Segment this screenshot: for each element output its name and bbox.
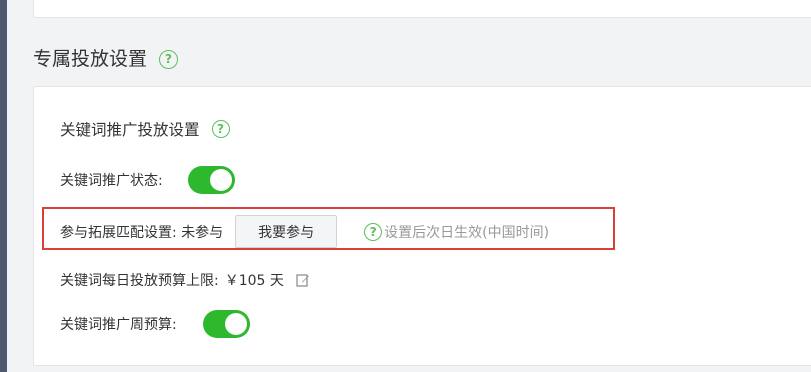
keyword-status-toggle[interactable] xyxy=(187,166,235,194)
effective-hint-text: 设置后次日生效(中国时间) xyxy=(384,224,550,241)
daily-budget-row: 关键词每日投放预算上限: ￥105 天 xyxy=(60,270,310,290)
edit-icon[interactable] xyxy=(296,273,310,287)
keyword-settings-heading: 关键词推广投放设置 xyxy=(60,121,200,139)
help-icon[interactable]: ? xyxy=(364,222,383,241)
section-title: 专属投放设置 xyxy=(33,48,148,70)
help-icon[interactable]: ? xyxy=(211,120,230,138)
keyword-status-label: 关键词推广状态: xyxy=(60,173,163,189)
expand-match-row: 参与拓展匹配设置: 未参与 我要参与 ? 设置后次日生效(中国时间) xyxy=(60,215,549,248)
expand-match-label: 参与拓展匹配设置: 未参与 xyxy=(60,224,224,241)
help-icon[interactable]: ? xyxy=(159,49,179,69)
keyword-settings-heading-row: 关键词推广投放设置 ? xyxy=(60,118,230,140)
section-header: 专属投放设置 ? xyxy=(33,46,179,72)
keyword-status-row: 关键词推广状态: xyxy=(60,166,235,194)
previous-card xyxy=(33,0,811,18)
weekly-budget-row: 关键词推广周预算: xyxy=(60,310,250,338)
effective-hint: ? 设置后次日生效(中国时间) xyxy=(364,222,549,242)
daily-budget-value: ￥105 天 xyxy=(224,273,284,289)
weekly-budget-label: 关键词推广周预算: xyxy=(60,317,177,333)
join-button[interactable]: 我要参与 xyxy=(235,215,338,248)
weekly-budget-toggle[interactable] xyxy=(202,310,250,338)
daily-budget-label: 关键词每日投放预算上限: xyxy=(60,273,219,289)
sidebar-edge xyxy=(0,0,7,372)
